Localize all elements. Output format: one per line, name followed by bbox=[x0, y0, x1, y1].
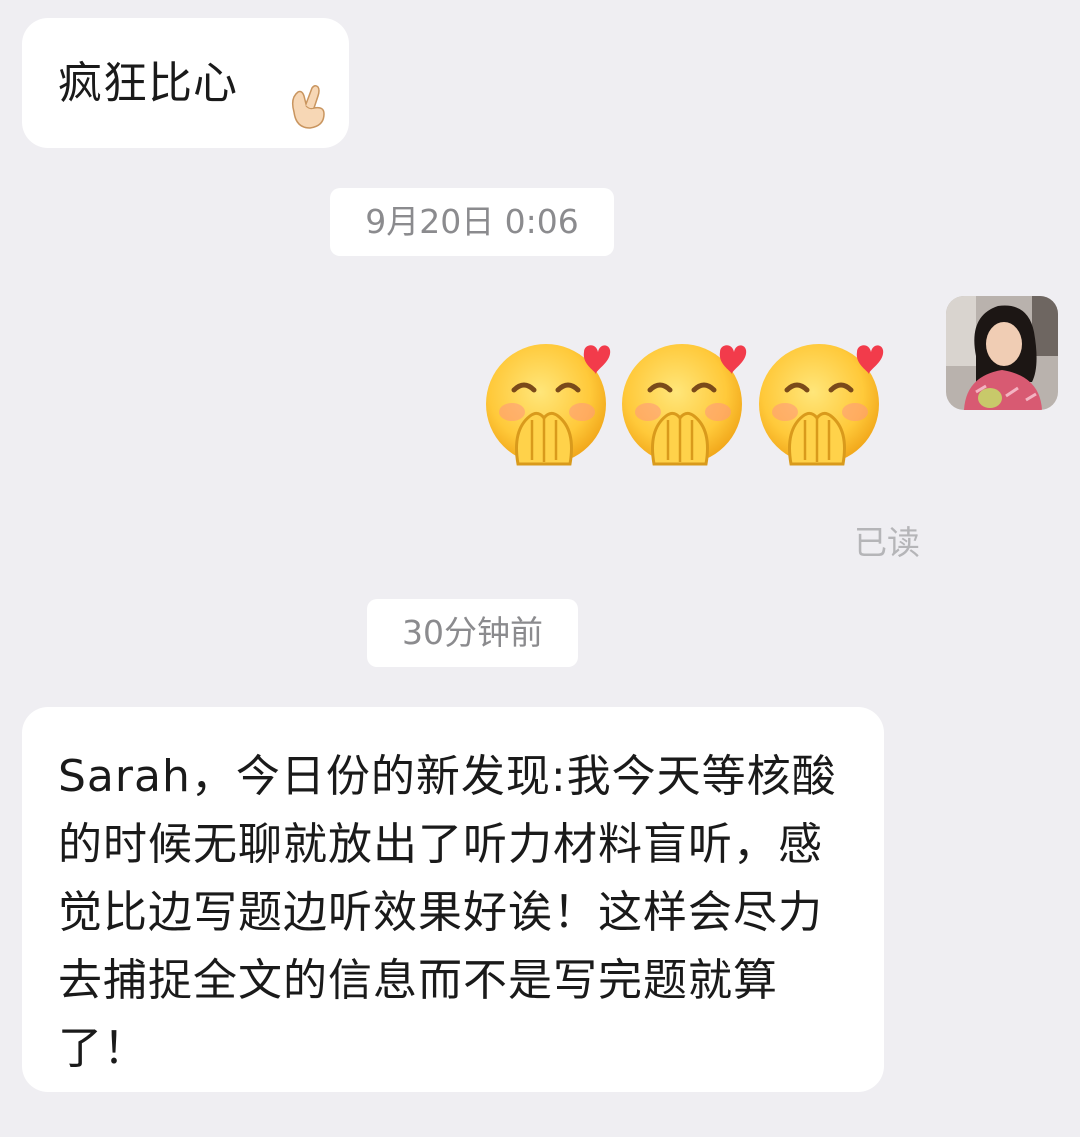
timestamp-pill: 9月20日 0:06 bbox=[330, 188, 614, 256]
message-text: Sarah，今日份的新发现:我今天等核酸的时候无聊就放出了听力材料盲听，感觉比边… bbox=[58, 751, 837, 1074]
timestamp-pill: 30分钟前 bbox=[367, 599, 578, 667]
finger-heart-icon bbox=[291, 84, 325, 129]
read-status: 已读 bbox=[854, 523, 920, 562]
blushing-heart-hands-icon bbox=[759, 344, 884, 466]
blushing-heart-hands-icon bbox=[486, 344, 611, 466]
message-text: 疯狂比心 bbox=[58, 58, 238, 109]
incoming-message-bubble[interactable]: Sarah，今日份的新发现:我今天等核酸的时候无聊就放出了听力材料盲听，感觉比边… bbox=[22, 707, 884, 1092]
incoming-message-bubble[interactable]: 疯狂比心 bbox=[22, 18, 349, 148]
user-avatar[interactable] bbox=[946, 296, 1058, 410]
blushing-heart-hands-icon bbox=[622, 344, 747, 466]
